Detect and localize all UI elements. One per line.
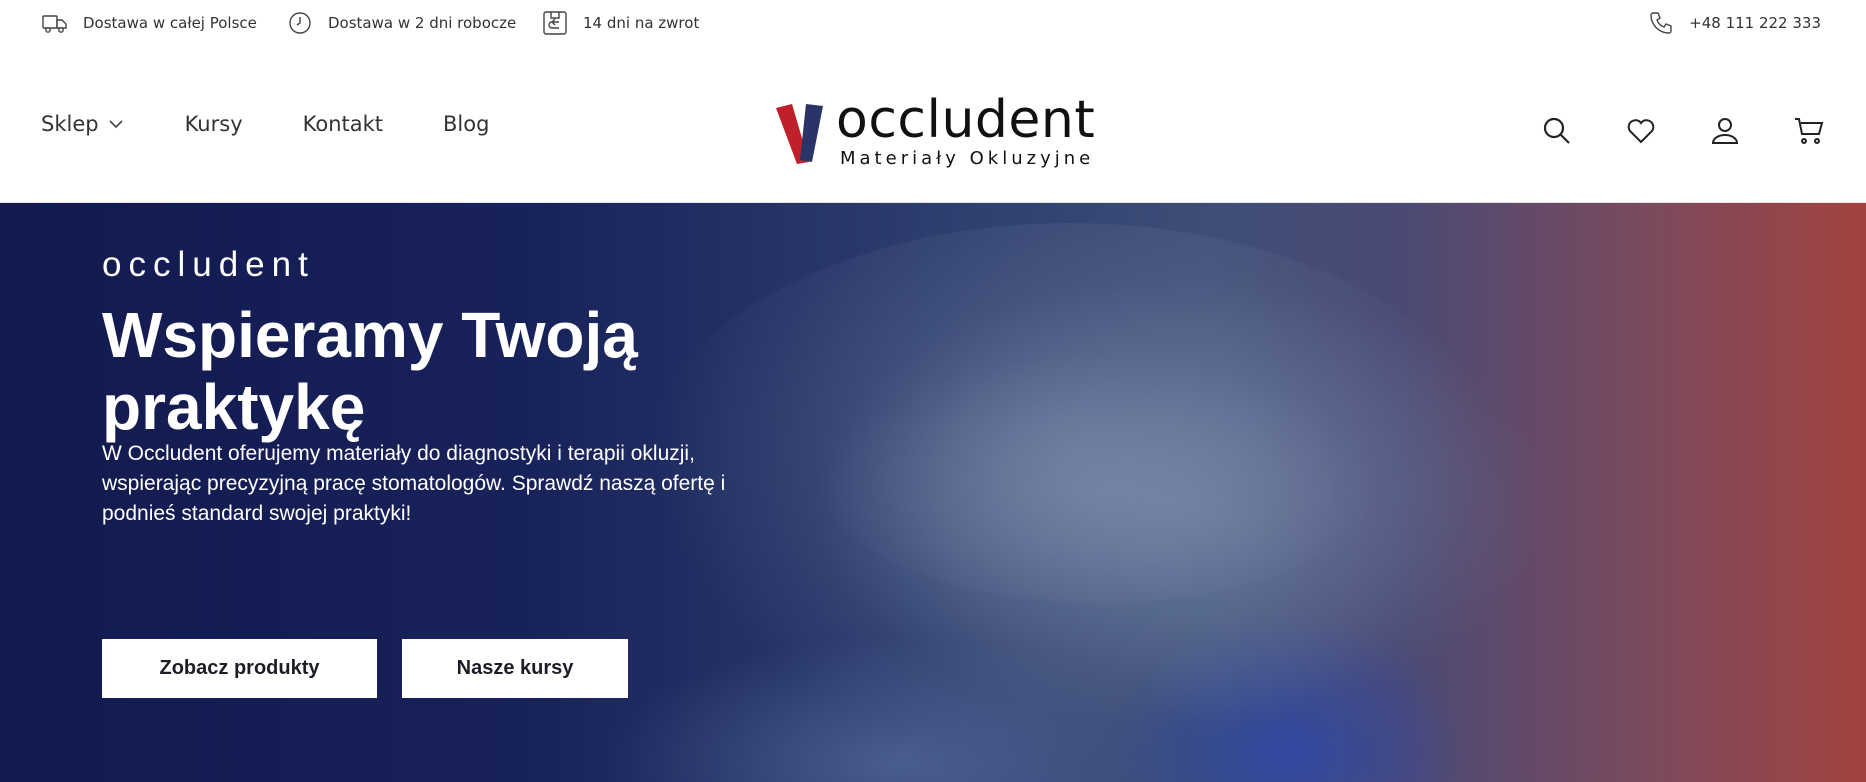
topbar-item-label: 14 dni na zwrot [583,14,700,32]
nav-item-kontakt[interactable]: Kontakt [303,112,383,136]
hero-image-highlight [820,353,1380,603]
topbar-phone[interactable]: +48 111 222 333 [1647,10,1821,36]
nav-item-label: Sklep [41,112,99,136]
search-icon[interactable] [1540,114,1574,148]
heart-icon[interactable] [1624,114,1658,148]
main-header: Sklep Kursy Kontakt Blog occludent Mater… [0,44,1866,203]
chevron-down-icon [109,120,123,129]
clock-icon [289,12,311,34]
phone-number[interactable]: +48 111 222 333 [1689,14,1821,32]
logo-subtitle: Materiały Okluzyjne [840,148,1095,169]
logo-mark-icon [776,104,823,164]
nav-item-kursy[interactable]: Kursy [185,112,243,136]
hero-banner: occludent Wspieramy Twoją praktykę W Occ… [0,203,1866,782]
site-logo[interactable]: occludent Materiały Okluzyjne [776,90,1096,170]
topbar-item-delivery-time: Dostawa w 2 dni robocze [286,10,516,36]
topbar-item-delivery: Dostawa w całej Polsce [41,10,257,36]
logo-text: occludent [836,90,1096,150]
nav-item-label: Blog [443,112,490,136]
topbar-item-label: Dostawa w 2 dni robocze [328,14,517,32]
nav-item-label: Kontakt [302,112,384,136]
our-courses-button[interactable]: Nasze kursy [402,639,628,698]
nav-item-label: Kursy [184,112,243,136]
nav-item-sklep[interactable]: Sklep [41,112,125,136]
truck-icon [42,15,67,33]
view-products-button[interactable]: Zobacz produkty [102,639,377,698]
hero-description: W Occludent oferujemy materiały do diagn… [102,442,726,525]
cart-icon[interactable] [1792,114,1826,148]
user-icon[interactable] [1708,114,1742,148]
hero-kicker: occludent [102,245,315,284]
topbar: Dostawa w całej Polsce Dostawa w 2 dni r… [0,0,1866,44]
topbar-item-returns: 14 dni na zwrot [541,10,699,36]
nav-item-blog[interactable]: Blog [443,112,489,136]
topbar-item-label: Dostawa w całej Polsce [83,14,257,32]
header-icons [1490,114,1826,148]
main-nav: Sklep Kursy Kontakt Blog [41,112,549,136]
hero-title: Wspieramy Twoją praktykę [102,299,638,443]
phone-icon [1650,12,1672,34]
return-box-icon [543,11,567,35]
